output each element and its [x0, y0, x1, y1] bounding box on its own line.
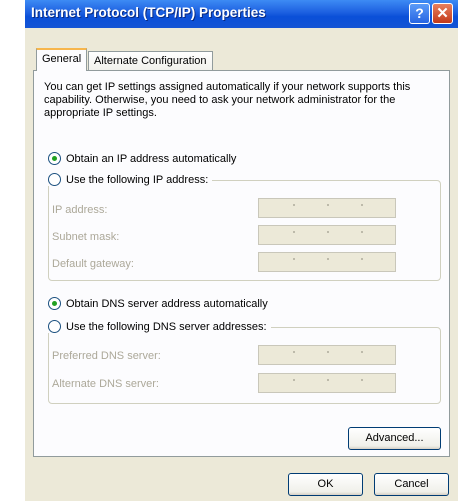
dns-manual-radio[interactable]	[48, 320, 61, 333]
tab-alternate-configuration[interactable]: Alternate Configuration	[88, 51, 213, 71]
dns-auto-option[interactable]: Obtain DNS server address automatically	[48, 297, 272, 310]
window-title: Internet Protocol (TCP/IP) Properties	[31, 5, 266, 20]
ip-address-field[interactable]	[258, 198, 396, 218]
help-button[interactable]: ?	[409, 3, 430, 24]
intro-text: You can get IP settings assigned automat…	[44, 81, 411, 119]
ip-manual-radio[interactable]	[48, 173, 61, 186]
ip-auto-label: Obtain an IP address automatically	[66, 152, 237, 165]
default-gateway-label: Default gateway:	[52, 258, 134, 270]
dialog-window: Internet Protocol (TCP/IP) Properties ? …	[25, 0, 458, 501]
preferred-dns-field[interactable]	[258, 345, 396, 365]
general-tab-panel: You can get IP settings assigned automat…	[33, 70, 450, 457]
dns-manual-label: Use the following DNS server addresses:	[66, 320, 267, 333]
ok-button[interactable]: OK	[288, 473, 363, 496]
ip-address-label: IP address:	[52, 204, 108, 216]
title-bar[interactable]: Internet Protocol (TCP/IP) Properties ? …	[25, 0, 458, 28]
dns-auto-radio[interactable]	[48, 297, 61, 310]
preferred-dns-label: Preferred DNS server:	[52, 350, 161, 362]
dns-auto-label: Obtain DNS server address automatically	[66, 297, 268, 310]
advanced-button[interactable]: Advanced...	[348, 427, 441, 450]
subnet-mask-field[interactable]	[258, 225, 396, 245]
cancel-button[interactable]: Cancel	[374, 473, 449, 496]
dns-manual-option[interactable]: Use the following DNS server addresses:	[48, 320, 271, 333]
alternate-dns-field[interactable]	[258, 373, 396, 393]
subnet-mask-label: Subnet mask:	[52, 231, 120, 243]
ip-manual-option[interactable]: Use the following IP address:	[48, 173, 213, 186]
ip-manual-label: Use the following IP address:	[66, 173, 209, 186]
ip-auto-radio[interactable]	[48, 152, 61, 165]
tab-general[interactable]: General	[36, 48, 88, 71]
ip-auto-option[interactable]: Obtain an IP address automatically	[48, 152, 241, 165]
default-gateway-field[interactable]	[258, 252, 396, 272]
alternate-dns-label: Alternate DNS server:	[52, 378, 159, 390]
close-button[interactable]: ✕	[432, 3, 453, 24]
